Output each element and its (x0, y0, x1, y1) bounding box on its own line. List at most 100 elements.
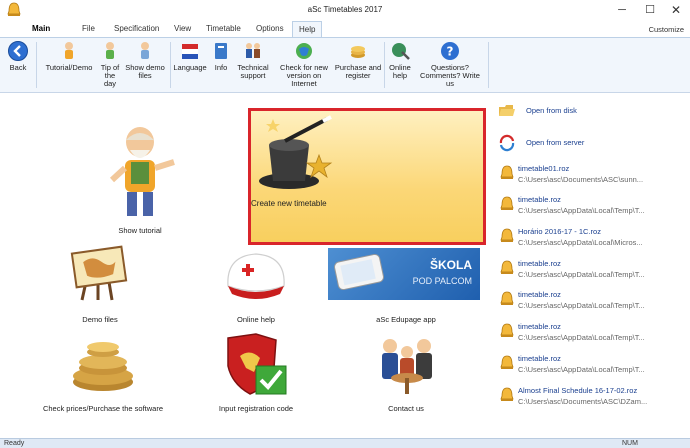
back-arrow-icon (8, 41, 28, 61)
bell-file-icon (500, 387, 514, 401)
ribbon-separator (384, 42, 385, 88)
registration-code-label: Input registration code (218, 404, 294, 413)
check-label-2: version on Internet (286, 71, 322, 88)
registration-code-tile[interactable]: Input registration code (196, 332, 316, 418)
demo-label-2: files (138, 71, 152, 80)
back-label: Back (9, 63, 27, 72)
questions-label-2: Comments? Write us (420, 71, 480, 88)
contact-us-label: Contact us (388, 404, 424, 413)
open-from-disk-label: Open from disk (526, 106, 577, 115)
online-help-button[interactable]: Online help (386, 40, 414, 80)
start-page: Show tutorial Create new timetable Demo … (0, 94, 690, 438)
bell-file-icon (500, 228, 514, 242)
recent-file-path: C:\Users\asc\AppData\Local\Micros... (518, 238, 643, 247)
demo-files-label: Demo files (82, 315, 118, 324)
show-tutorial-label: Show tutorial (118, 226, 162, 235)
svg-text:?: ? (447, 45, 454, 59)
edupage-banner-title: ŠKOLA (430, 258, 472, 272)
recent-file-name: Almost Final Schedule 16-17-02.roz (518, 386, 638, 395)
recent-file-name: timetable.roz (518, 322, 561, 331)
technical-support-button[interactable]: Technical support (234, 40, 272, 80)
bell-file-icon (500, 260, 514, 274)
online-help-icon (392, 43, 410, 60)
edupage-app-label: aSc Edupage app (376, 315, 436, 324)
recent-file-name: Horário 2016-17 - 1C.roz (518, 227, 601, 236)
minimize-button[interactable]: ─ (608, 0, 636, 20)
recent-files-pane: Open from disk Open from server timetabl… (494, 94, 690, 438)
info-book-icon (215, 43, 227, 59)
online-help-label: Online help (237, 315, 275, 324)
purchase-coins-icon (351, 46, 365, 58)
info-button[interactable]: Info (210, 40, 232, 72)
show-demo-files-button[interactable]: Show demo files (124, 40, 166, 80)
tab-main[interactable]: Main (32, 24, 50, 33)
recent-file-path: C:\Users\asc\AppData\Local\Temp\T... (518, 206, 645, 215)
tutorial-demo-button[interactable]: Tutorial/Demo (42, 40, 96, 72)
tab-options[interactable]: Options (256, 24, 284, 33)
tab-timetable[interactable]: Timetable (206, 24, 241, 33)
contact-people-icon (382, 339, 432, 394)
edupage-banner-subtitle: POD PALCOM (412, 276, 472, 286)
recent-file-name: timetable.roz (518, 195, 561, 204)
questions-comments-button[interactable]: ? Questions? Comments? Write us (416, 40, 484, 88)
ribbon-separator (170, 42, 171, 88)
create-new-timetable-tile[interactable]: Create new timetable (248, 108, 486, 245)
demo-files-tile[interactable]: Demo files (40, 244, 160, 330)
close-button[interactable]: ✕ (662, 0, 690, 20)
window-title: aSc Timetables 2017 (307, 5, 383, 14)
num-lock-indicator: NUM (622, 440, 638, 447)
ribbon-toolbar: Back Tutorial/Demo Tip of the day Show d… (0, 37, 690, 93)
check-prices-tile[interactable]: Check prices/Purchase the software (36, 332, 170, 418)
info-label: Info (214, 63, 228, 72)
recent-file-path: C:\Users\asc\Documents\ASC\sunn... (518, 175, 644, 184)
customize-menu[interactable]: Customize (649, 25, 684, 34)
app-window: aSc Timetables 2017 ─ ☐ ✕ Main File Spec… (0, 0, 690, 448)
recent-file-path: C:\Users\asc\AppData\Local\Temp\T... (518, 365, 645, 374)
tutor-character-icon (65, 42, 73, 59)
recent-file-path: C:\Users\asc\AppData\Local\Temp\T... (518, 301, 645, 310)
tech-label-2: support (240, 71, 266, 80)
tip-of-day-button[interactable]: Tip of the day (98, 40, 122, 88)
online-help-tile[interactable]: Online help (196, 244, 316, 330)
phone-app-icon (334, 253, 384, 291)
back-button[interactable]: Back (6, 40, 30, 72)
tab-specification[interactable]: Specification (114, 24, 159, 33)
tutorial-label: Tutorial/Demo (45, 63, 93, 72)
tab-view[interactable]: View (174, 24, 191, 33)
language-label: Language (173, 63, 207, 72)
support-people-icon (246, 43, 260, 58)
purchase-label-2: register (345, 71, 371, 80)
recent-file-path: C:\Users\asc\Documents\ASC\DZam... (518, 397, 648, 406)
recent-file-name: timetable01.roz (518, 164, 570, 173)
globe-update-icon (296, 43, 312, 59)
recent-file-name: timetable.roz (518, 290, 561, 299)
recent-file-path: C:\Users\asc\AppData\Local\Temp\T... (518, 333, 645, 342)
purchase-register-button[interactable]: Purchase and register (334, 40, 382, 80)
magic-hat-icon (259, 115, 333, 189)
easel-map-icon (70, 245, 128, 301)
tab-file[interactable]: File (82, 24, 95, 33)
menu-bar: Main File Specification View Timetable O… (0, 20, 690, 37)
server-sync-icon (499, 134, 515, 152)
open-from-server-label: Open from server (526, 138, 585, 147)
folder-icon (499, 105, 515, 116)
maximize-button[interactable]: ☐ (636, 0, 664, 20)
check-prices-label: Check prices/Purchase the software (42, 404, 164, 413)
bell-file-icon (500, 323, 514, 337)
question-mark-icon: ? (441, 42, 459, 60)
recent-file-name: timetable.roz (518, 354, 561, 363)
status-bar: Ready NUM (0, 438, 690, 448)
show-tutorial-tile[interactable]: Show tutorial (60, 122, 220, 240)
recent-file-name: timetable.roz (518, 259, 561, 268)
edupage-app-tile[interactable]: ŠKOLA POD PALCOM aSc Edupage app (328, 244, 484, 330)
create-new-timetable-label: Create new timetable (251, 199, 327, 208)
check-new-version-button[interactable]: Check for new version on Internet (274, 40, 334, 88)
tip-character-icon (106, 42, 114, 59)
ribbon-separator (36, 42, 37, 88)
language-button[interactable]: Language (172, 40, 208, 72)
bell-file-icon (500, 355, 514, 369)
tip-label-2: the day (103, 71, 117, 88)
contact-us-tile[interactable]: Contact us (346, 332, 466, 418)
shield-check-icon (227, 333, 287, 395)
tab-help[interactable]: Help (292, 21, 323, 37)
